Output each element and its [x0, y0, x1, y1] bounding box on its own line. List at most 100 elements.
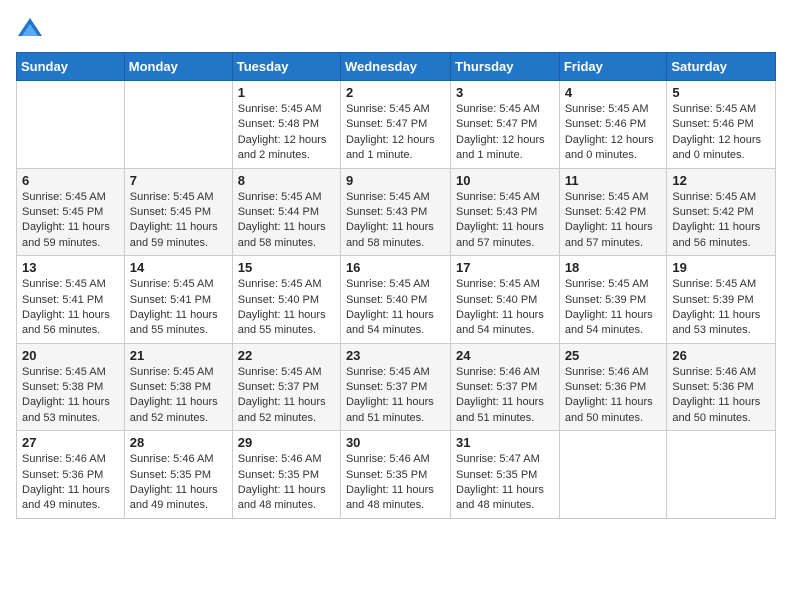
- cell-content: Daylight: 11 hours and 50 minutes.: [672, 395, 770, 426]
- cell-content: Daylight: 11 hours and 57 minutes.: [456, 220, 554, 251]
- cell-content: Sunrise: 5:46 AM: [565, 365, 662, 380]
- cell-content: Sunrise: 5:46 AM: [130, 452, 227, 467]
- calendar-week-5: 27Sunrise: 5:46 AMSunset: 5:36 PMDayligh…: [17, 431, 776, 519]
- cell-content: Sunset: 5:40 PM: [238, 293, 335, 308]
- cell-content: Sunrise: 5:45 AM: [456, 277, 554, 292]
- cell-content: Sunrise: 5:45 AM: [130, 190, 227, 205]
- day-number: 25: [565, 348, 662, 363]
- cell-content: Sunrise: 5:47 AM: [456, 452, 554, 467]
- day-number: 10: [456, 173, 554, 188]
- cell-content: Daylight: 11 hours and 53 minutes.: [672, 308, 770, 339]
- page-header: [16, 16, 776, 44]
- cell-content: Sunrise: 5:46 AM: [346, 452, 445, 467]
- cell-content: Daylight: 12 hours and 1 minute.: [456, 133, 554, 164]
- calendar-cell: 5Sunrise: 5:45 AMSunset: 5:46 PMDaylight…: [667, 81, 776, 169]
- day-number: 9: [346, 173, 445, 188]
- cell-content: Sunset: 5:39 PM: [565, 293, 662, 308]
- calendar-cell: 3Sunrise: 5:45 AMSunset: 5:47 PMDaylight…: [451, 81, 560, 169]
- cell-content: Daylight: 11 hours and 55 minutes.: [130, 308, 227, 339]
- calendar-cell: 29Sunrise: 5:46 AMSunset: 5:35 PMDayligh…: [232, 431, 340, 519]
- cell-content: Sunset: 5:38 PM: [22, 380, 119, 395]
- cell-content: Daylight: 11 hours and 50 minutes.: [565, 395, 662, 426]
- cell-content: Sunset: 5:44 PM: [238, 205, 335, 220]
- cell-content: Sunrise: 5:46 AM: [238, 452, 335, 467]
- day-number: 7: [130, 173, 227, 188]
- cell-content: Sunrise: 5:45 AM: [672, 277, 770, 292]
- cell-content: Sunset: 5:37 PM: [346, 380, 445, 395]
- day-number: 16: [346, 260, 445, 275]
- day-number: 29: [238, 435, 335, 450]
- cell-content: Daylight: 12 hours and 0 minutes.: [565, 133, 662, 164]
- calendar-cell: 26Sunrise: 5:46 AMSunset: 5:36 PMDayligh…: [667, 343, 776, 431]
- cell-content: Sunset: 5:38 PM: [130, 380, 227, 395]
- cell-content: Sunset: 5:35 PM: [456, 468, 554, 483]
- day-number: 12: [672, 173, 770, 188]
- day-number: 23: [346, 348, 445, 363]
- cell-content: Sunrise: 5:45 AM: [238, 190, 335, 205]
- calendar-cell: 14Sunrise: 5:45 AMSunset: 5:41 PMDayligh…: [124, 256, 232, 344]
- calendar-cell: 21Sunrise: 5:45 AMSunset: 5:38 PMDayligh…: [124, 343, 232, 431]
- cell-content: Sunrise: 5:45 AM: [346, 365, 445, 380]
- cell-content: Sunrise: 5:45 AM: [672, 102, 770, 117]
- day-number: 15: [238, 260, 335, 275]
- cell-content: Sunrise: 5:45 AM: [565, 277, 662, 292]
- cell-content: Sunset: 5:43 PM: [456, 205, 554, 220]
- day-number: 6: [22, 173, 119, 188]
- cell-content: Sunset: 5:41 PM: [22, 293, 119, 308]
- day-number: 13: [22, 260, 119, 275]
- cell-content: Daylight: 11 hours and 53 minutes.: [22, 395, 119, 426]
- cell-content: Daylight: 11 hours and 58 minutes.: [346, 220, 445, 251]
- calendar-cell: 18Sunrise: 5:45 AMSunset: 5:39 PMDayligh…: [559, 256, 667, 344]
- cell-content: Sunset: 5:37 PM: [238, 380, 335, 395]
- day-header-tuesday: Tuesday: [232, 53, 340, 81]
- calendar-cell: 19Sunrise: 5:45 AMSunset: 5:39 PMDayligh…: [667, 256, 776, 344]
- calendar-cell: [667, 431, 776, 519]
- cell-content: Daylight: 12 hours and 2 minutes.: [238, 133, 335, 164]
- calendar-table: SundayMondayTuesdayWednesdayThursdayFrid…: [16, 52, 776, 519]
- cell-content: Daylight: 11 hours and 49 minutes.: [22, 483, 119, 514]
- day-number: 17: [456, 260, 554, 275]
- logo: [16, 16, 48, 44]
- cell-content: Daylight: 11 hours and 52 minutes.: [130, 395, 227, 426]
- cell-content: Daylight: 11 hours and 54 minutes.: [456, 308, 554, 339]
- day-number: 18: [565, 260, 662, 275]
- calendar-cell: 28Sunrise: 5:46 AMSunset: 5:35 PMDayligh…: [124, 431, 232, 519]
- day-header-wednesday: Wednesday: [340, 53, 450, 81]
- cell-content: Sunset: 5:46 PM: [565, 117, 662, 132]
- cell-content: Sunrise: 5:45 AM: [238, 102, 335, 117]
- day-header-monday: Monday: [124, 53, 232, 81]
- day-number: 26: [672, 348, 770, 363]
- calendar-cell: 17Sunrise: 5:45 AMSunset: 5:40 PMDayligh…: [451, 256, 560, 344]
- calendar-cell: 8Sunrise: 5:45 AMSunset: 5:44 PMDaylight…: [232, 168, 340, 256]
- cell-content: Daylight: 11 hours and 56 minutes.: [22, 308, 119, 339]
- calendar-cell: 24Sunrise: 5:46 AMSunset: 5:37 PMDayligh…: [451, 343, 560, 431]
- calendar-cell: 1 Sunrise: 5:45 AMSunset: 5:48 PMDaylight…: [232, 81, 340, 169]
- day-number: 30: [346, 435, 445, 450]
- cell-content: Sunrise: 5:45 AM: [22, 190, 119, 205]
- day-number: 4: [565, 85, 662, 100]
- cell-content: Daylight: 11 hours and 56 minutes.: [672, 220, 770, 251]
- day-number: 1: [238, 85, 335, 100]
- day-number: 3: [456, 85, 554, 100]
- calendar-cell: [559, 431, 667, 519]
- day-number: 19: [672, 260, 770, 275]
- calendar-cell: 6Sunrise: 5:45 AMSunset: 5:45 PMDaylight…: [17, 168, 125, 256]
- cell-content: Sunset: 5:36 PM: [565, 380, 662, 395]
- cell-content: Sunrise: 5:45 AM: [346, 102, 445, 117]
- calendar-header-row: SundayMondayTuesdayWednesdayThursdayFrid…: [17, 53, 776, 81]
- cell-content: Sunrise: 5:45 AM: [456, 102, 554, 117]
- cell-content: Daylight: 11 hours and 48 minutes.: [238, 483, 335, 514]
- cell-content: Sunrise: 5:45 AM: [346, 190, 445, 205]
- cell-content: Daylight: 11 hours and 51 minutes.: [456, 395, 554, 426]
- day-number: 14: [130, 260, 227, 275]
- cell-content: Sunset: 5:46 PM: [672, 117, 770, 132]
- cell-content: Daylight: 12 hours and 0 minutes.: [672, 133, 770, 164]
- cell-content: Sunrise: 5:45 AM: [346, 277, 445, 292]
- cell-content: Sunset: 5:48 PM: [238, 117, 335, 132]
- cell-content: Sunset: 5:45 PM: [22, 205, 119, 220]
- cell-content: Daylight: 11 hours and 51 minutes.: [346, 395, 445, 426]
- cell-content: Sunrise: 5:45 AM: [22, 277, 119, 292]
- cell-content: Sunrise: 5:45 AM: [238, 365, 335, 380]
- calendar-cell: 16Sunrise: 5:45 AMSunset: 5:40 PMDayligh…: [340, 256, 450, 344]
- day-header-thursday: Thursday: [451, 53, 560, 81]
